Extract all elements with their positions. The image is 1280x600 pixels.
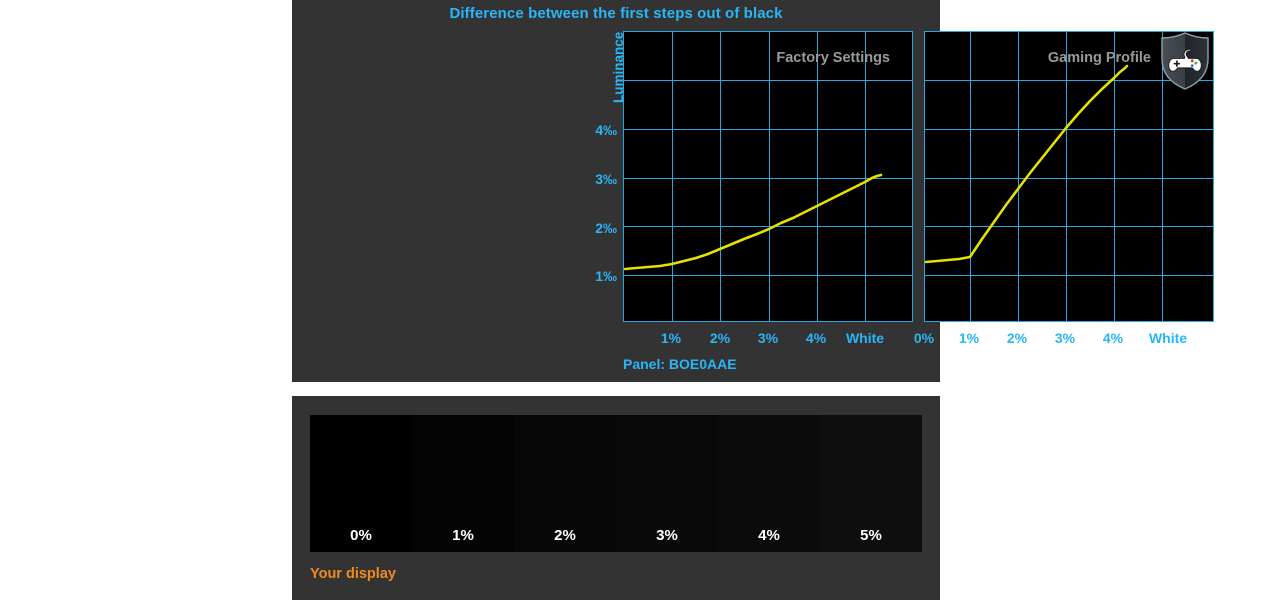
patch-2: 2%	[514, 415, 616, 552]
your-display-legend: Your display	[310, 566, 396, 582]
screenshot-root: Difference between the first steps out o…	[0, 0, 1280, 600]
patch-label: 3%	[656, 527, 678, 544]
gamepad-shield-icon	[1161, 32, 1209, 90]
y-tick-3: 3‰	[595, 171, 617, 187]
patch-label: 0%	[350, 527, 372, 544]
patch-0: 0%	[310, 415, 412, 552]
patch-label: 4%	[758, 527, 780, 544]
patch-5: 5%	[820, 415, 922, 552]
curve-path-factory	[623, 173, 883, 271]
curve-path-gaming	[924, 64, 1129, 264]
page-title: Difference between the first steps out o…	[449, 5, 783, 22]
y-tick-2: 2‰	[595, 220, 617, 236]
plot-gaming-profile: Gaming Profile	[924, 31, 1214, 322]
patch-label: 5%	[860, 527, 882, 544]
x-tick-left-white: White	[845, 330, 885, 346]
x-tick-right-white: White	[1148, 330, 1188, 346]
patch-1: 1%	[412, 415, 514, 552]
y-tick-1: 1‰	[595, 268, 617, 284]
black-level-strip: 0% 1% 2% 3% 4% 5%	[310, 415, 922, 552]
patch-label: 2%	[554, 527, 576, 544]
patch-label: 1%	[452, 527, 474, 544]
chart-panel: Difference between the first steps out o…	[292, 0, 1214, 382]
y-tick-4: 4‰	[595, 122, 617, 138]
x-tick-left-1: 1%	[660, 330, 682, 346]
patch-4: 4%	[718, 415, 820, 552]
curve-factory-settings	[623, 173, 883, 271]
black-level-panel: 0% 1% 2% 3% 4% 5% Your display	[292, 396, 940, 600]
patch-3: 3%	[616, 415, 718, 552]
panel-model-label: Panel: BOE0AAE	[623, 356, 737, 372]
plot-factory-settings: Factory Settings	[623, 31, 913, 322]
